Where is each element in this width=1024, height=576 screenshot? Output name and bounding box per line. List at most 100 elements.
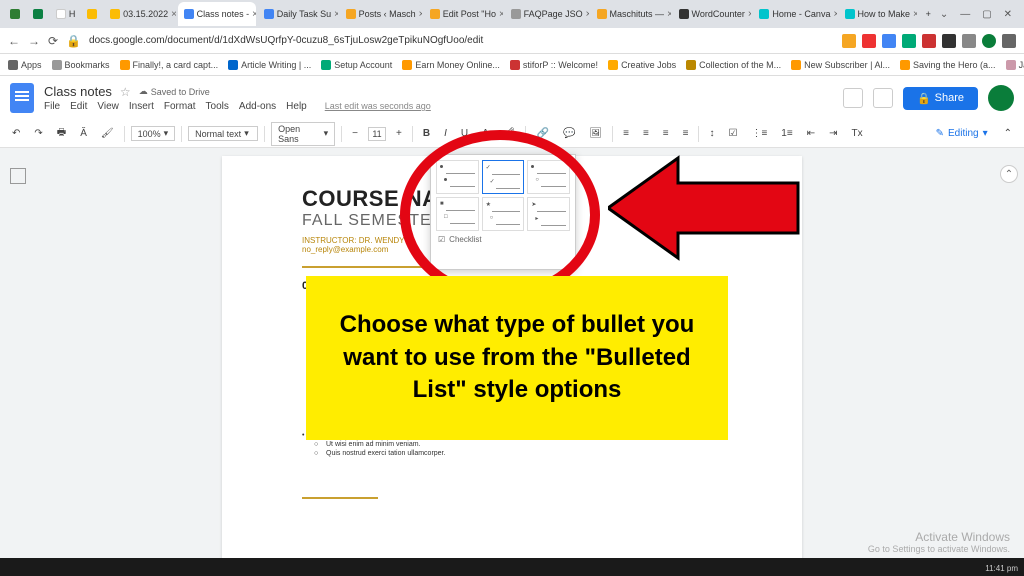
- decrease-indent-icon[interactable]: ⇤: [803, 126, 819, 141]
- ext-icon[interactable]: [862, 34, 876, 48]
- menu-addons[interactable]: Add-ons: [239, 101, 276, 112]
- browser-tab[interactable]: [27, 2, 48, 26]
- browser-tab[interactable]: Posts ‹ Masch×: [340, 2, 422, 26]
- docs-logo-icon[interactable]: [10, 83, 34, 113]
- font-select[interactable]: Open Sans ▾: [271, 122, 335, 146]
- reload-icon[interactable]: ⟳: [48, 34, 58, 48]
- maximize-icon[interactable]: ▢: [982, 9, 991, 20]
- ext-icon[interactable]: [922, 34, 936, 48]
- bookmark[interactable]: Setup Account: [321, 60, 392, 70]
- ext-icon[interactable]: [962, 34, 976, 48]
- saved-status[interactable]: ☁ Saved to Drive: [139, 86, 210, 97]
- align-right-icon[interactable]: ≡: [659, 126, 673, 141]
- align-left-icon[interactable]: ≡: [619, 126, 633, 141]
- bookmark[interactable]: Finally!, a card capt...: [120, 60, 219, 70]
- clear-format-icon[interactable]: Tx: [847, 126, 866, 141]
- browser-tab[interactable]: [81, 2, 102, 26]
- bookmark[interactable]: Creative Jobs: [608, 60, 676, 70]
- editing-mode[interactable]: ✎ Editing ▾: [936, 128, 988, 139]
- bookmark[interactable]: stiforP :: Welcome!: [510, 60, 598, 70]
- windows-taskbar[interactable]: [0, 558, 1024, 576]
- forward-icon[interactable]: →: [28, 34, 40, 48]
- text-color-icon[interactable]: A: [478, 126, 493, 141]
- bullet-style-option[interactable]: [436, 160, 479, 194]
- underline-icon[interactable]: U: [457, 126, 472, 141]
- numbered-list-icon[interactable]: 1≡: [777, 126, 796, 141]
- close-icon[interactable]: ✕: [1004, 9, 1012, 20]
- checklist-icon[interactable]: ☑: [724, 126, 741, 141]
- menu-tools[interactable]: Tools: [206, 101, 229, 112]
- chevron-up-icon[interactable]: ⌃: [1000, 126, 1016, 141]
- paint-format-icon[interactable]: 🖌: [97, 126, 118, 141]
- menu-format[interactable]: Format: [164, 101, 196, 112]
- italic-icon[interactable]: I: [440, 126, 451, 141]
- menu-icon[interactable]: [1002, 34, 1016, 48]
- link-icon[interactable]: 🔗: [532, 126, 552, 141]
- document-title[interactable]: Class notes: [44, 84, 112, 99]
- bullet-style-option[interactable]: ○: [527, 160, 570, 194]
- bookmark[interactable]: New Subscriber | Al...: [791, 60, 890, 70]
- menu-insert[interactable]: Insert: [129, 101, 154, 112]
- browser-tab-active[interactable]: Class notes -×: [178, 2, 256, 26]
- bookmark[interactable]: Earn Money Online...: [402, 60, 500, 70]
- browser-tab[interactable]: [4, 2, 25, 26]
- browser-tab[interactable]: H: [50, 2, 79, 26]
- zoom-select[interactable]: 100% ▾: [131, 126, 176, 141]
- font-size-minus[interactable]: −: [348, 126, 362, 141]
- bullet-style-option[interactable]: ➤▸: [527, 197, 570, 231]
- browser-tab[interactable]: WordCounter×: [673, 2, 752, 26]
- bullet-style-option[interactable]: ✓✓: [482, 160, 525, 194]
- menu-edit[interactable]: Edit: [70, 101, 87, 112]
- bookmark[interactable]: Japanese fairy tales: [1006, 60, 1024, 70]
- menu-help[interactable]: Help: [286, 101, 307, 112]
- explore-icon[interactable]: ⌃: [1000, 165, 1018, 183]
- star-icon[interactable]: ☆: [120, 85, 131, 99]
- add-comment-icon[interactable]: 💬: [559, 126, 579, 141]
- url-field[interactable]: docs.google.com/document/d/1dXdWsUQrfpY-…: [89, 35, 834, 46]
- share-button[interactable]: 🔒 Share: [903, 87, 978, 110]
- browser-tab[interactable]: 03.15.2022×: [104, 2, 176, 26]
- browser-tab[interactable]: How to Make×: [839, 2, 917, 26]
- menu-file[interactable]: File: [44, 101, 60, 112]
- style-select[interactable]: Normal text ▾: [188, 126, 258, 141]
- spellcheck-icon[interactable]: Ă: [76, 126, 91, 141]
- font-size[interactable]: 11: [368, 127, 386, 141]
- new-tab-button[interactable]: +: [919, 2, 938, 26]
- browser-tab[interactable]: Maschituts —×: [591, 2, 671, 26]
- bookmark[interactable]: Saving the Hero (a...: [900, 60, 996, 70]
- align-center-icon[interactable]: ≡: [639, 126, 653, 141]
- bullet-style-option[interactable]: ★○: [482, 197, 525, 231]
- redo-icon[interactable]: ↷: [30, 126, 46, 141]
- bold-icon[interactable]: B: [419, 126, 434, 141]
- last-edit[interactable]: Last edit was seconds ago: [325, 101, 431, 112]
- taskbar-clock[interactable]: 11:41 pm: [985, 564, 1018, 573]
- undo-icon[interactable]: ↶: [8, 126, 24, 141]
- bookmark[interactable]: Bookmarks: [52, 60, 110, 70]
- checklist-option[interactable]: ☑ Checklist: [436, 231, 570, 248]
- ext-icon[interactable]: [902, 34, 916, 48]
- ext-icon[interactable]: [842, 34, 856, 48]
- bullet-style-option[interactable]: ■□: [436, 197, 479, 231]
- chevron-down-icon[interactable]: ⌄: [940, 9, 948, 20]
- image-icon[interactable]: 🖼: [585, 126, 606, 141]
- avatar[interactable]: [988, 85, 1014, 111]
- menu-view[interactable]: View: [97, 101, 119, 112]
- browser-tab[interactable]: Daily Task Su×: [258, 2, 338, 26]
- browser-tab[interactable]: Edit Post "Ho×: [424, 2, 503, 26]
- font-size-plus[interactable]: +: [392, 126, 406, 141]
- minimize-icon[interactable]: —: [960, 9, 970, 20]
- bookmark[interactable]: Article Writing | ...: [228, 60, 311, 70]
- back-icon[interactable]: ←: [8, 34, 20, 48]
- ext-icon[interactable]: [942, 34, 956, 48]
- browser-tab[interactable]: FAQPage JSO×: [505, 2, 589, 26]
- line-spacing-icon[interactable]: ↕: [705, 126, 718, 141]
- profile-icon[interactable]: [982, 34, 996, 48]
- bookmark[interactable]: Apps: [8, 60, 42, 70]
- bookmark[interactable]: Collection of the M...: [686, 60, 781, 70]
- print-icon[interactable]: 🖶: [53, 123, 70, 144]
- outline-icon[interactable]: [10, 168, 26, 184]
- comment-icon[interactable]: [843, 88, 863, 108]
- align-justify-icon[interactable]: ≡: [679, 126, 693, 141]
- highlight-icon[interactable]: 🖍: [499, 126, 520, 141]
- browser-tab[interactable]: Home - Canva×: [753, 2, 836, 26]
